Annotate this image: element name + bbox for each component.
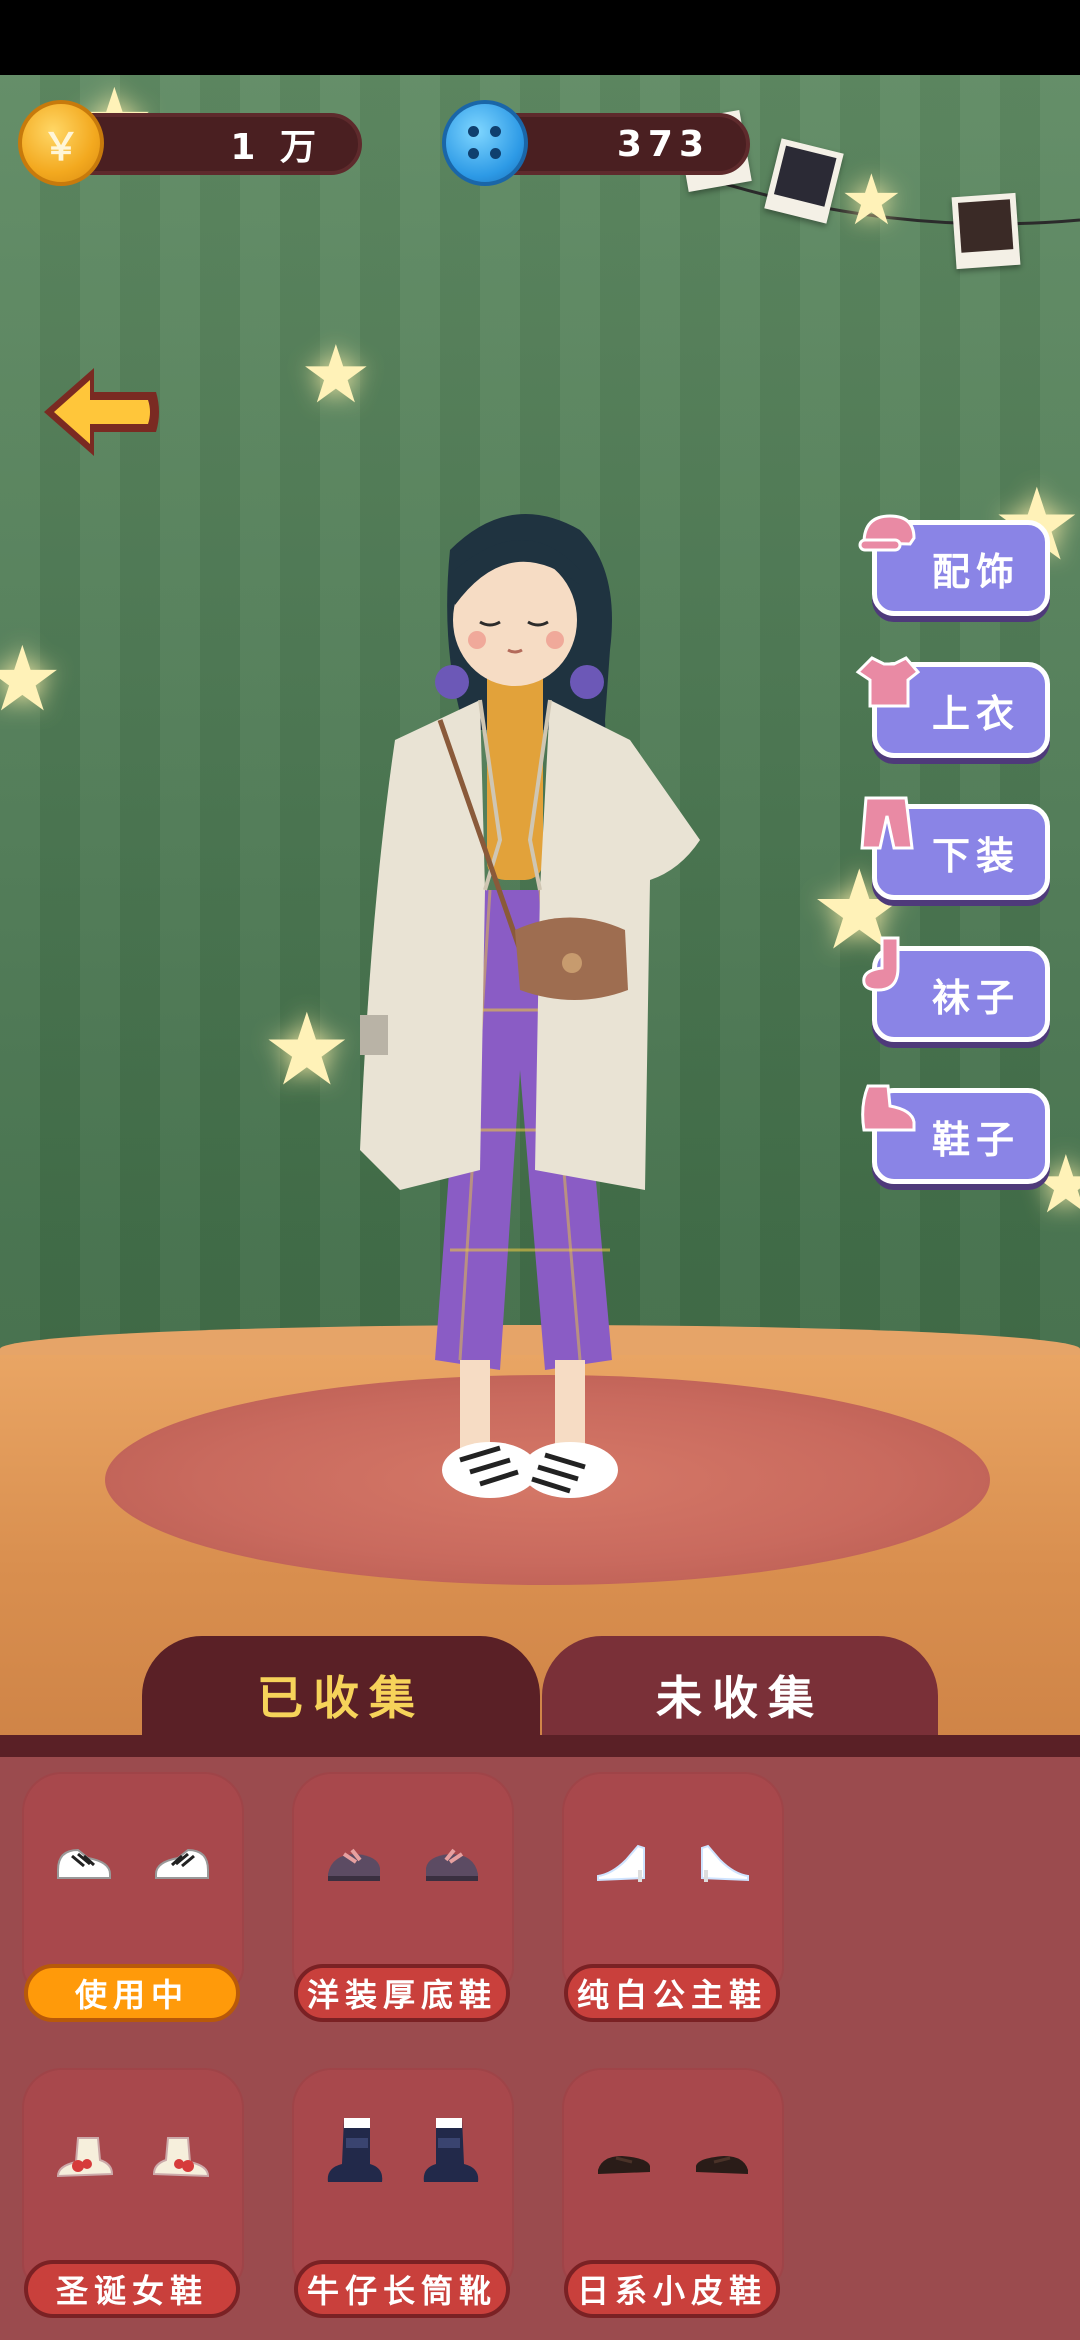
category-label: 配饰 bbox=[931, 549, 1020, 594]
sneaker-icon bbox=[57, 1848, 111, 1879]
category-label: 鞋子 bbox=[931, 1117, 1020, 1162]
item-name-label: 纯白公主鞋 bbox=[564, 1964, 780, 2022]
shoe-icon bbox=[861, 1084, 916, 1132]
category-button-shoes[interactable]: 鞋子 bbox=[861, 1084, 1050, 1184]
sneaker-icon bbox=[155, 1848, 209, 1879]
shoe-item-card[interactable]: 纯白公主鞋 bbox=[562, 1772, 784, 2022]
shoe-item-card[interactable]: 牛仔长筒靴 bbox=[292, 2068, 514, 2318]
high-heel-icon bbox=[597, 1844, 645, 1882]
category-label: 下装 bbox=[931, 833, 1020, 878]
denim-boot-icon bbox=[327, 2118, 383, 2182]
star-decoration: ★ bbox=[0, 627, 63, 732]
back-arrow-icon[interactable] bbox=[38, 362, 164, 462]
item-slot bbox=[22, 2068, 244, 2288]
shoe-item-card[interactable]: 使用中 bbox=[22, 1772, 244, 2022]
shoe-item-card[interactable]: 洋装厚底鞋 bbox=[292, 1772, 514, 2022]
loafer-icon bbox=[696, 2156, 748, 2174]
item-name-label: 洋装厚底鞋 bbox=[294, 1964, 510, 2022]
blue-button-icon bbox=[442, 100, 528, 186]
category-label: 袜子 bbox=[931, 975, 1020, 1020]
button-currency-amount: 373 bbox=[616, 123, 710, 165]
platform-shoe-icon bbox=[328, 1848, 380, 1881]
high-heel-icon bbox=[701, 1844, 749, 1882]
category-button-bottoms[interactable]: 下装 bbox=[860, 796, 1050, 900]
hanging-photo bbox=[951, 192, 1021, 270]
in-use-label: 使用中 bbox=[24, 1964, 240, 2022]
coin-amount: 1 万 bbox=[230, 127, 322, 168]
star-decoration: ★ bbox=[262, 991, 352, 1108]
hat-icon bbox=[858, 514, 916, 552]
item-name-label: 圣诞女鞋 bbox=[24, 2260, 240, 2318]
christmas-boot-icon bbox=[152, 2137, 210, 2178]
christmas-boot-icon bbox=[56, 2137, 114, 2178]
item-slot bbox=[22, 1772, 244, 1992]
category-button-socks[interactable]: 袜子 bbox=[862, 936, 1050, 1042]
item-slot bbox=[562, 2068, 784, 2288]
category-label: 上衣 bbox=[931, 691, 1020, 736]
category-button-tops[interactable]: 上衣 bbox=[855, 656, 1050, 758]
shirt-icon bbox=[855, 656, 920, 708]
tab-bar-base bbox=[0, 1735, 1080, 1757]
category-button-accessories[interactable]: 配饰 bbox=[858, 514, 1050, 616]
coin-counter: 1 万 bbox=[60, 113, 362, 175]
platform-shoe-icon bbox=[426, 1848, 478, 1881]
star-decoration: ★ bbox=[840, 159, 903, 241]
star-decoration: ★ bbox=[300, 328, 372, 421]
denim-boot-icon bbox=[423, 2118, 479, 2182]
loafer-icon bbox=[598, 2156, 650, 2174]
item-name-label: 牛仔长筒靴 bbox=[294, 2260, 510, 2318]
coin-icon: ￥ bbox=[18, 100, 104, 186]
dressing-stage: ★ ★ ★ ★ ★ ★ ★ ★ bbox=[0, 75, 1080, 1740]
shoe-item-card[interactable]: 圣诞女鞋 bbox=[22, 2068, 244, 2318]
item-slot bbox=[292, 1772, 514, 1992]
pants-icon bbox=[860, 796, 914, 850]
item-slot bbox=[292, 2068, 514, 2288]
shoe-item-card[interactable]: 日系小皮鞋 bbox=[562, 2068, 784, 2318]
status-bar bbox=[0, 0, 1080, 75]
item-name-label: 日系小皮鞋 bbox=[564, 2260, 780, 2318]
sock-icon bbox=[862, 936, 900, 992]
dressed-character bbox=[360, 514, 700, 1498]
item-slot bbox=[562, 1772, 784, 1992]
